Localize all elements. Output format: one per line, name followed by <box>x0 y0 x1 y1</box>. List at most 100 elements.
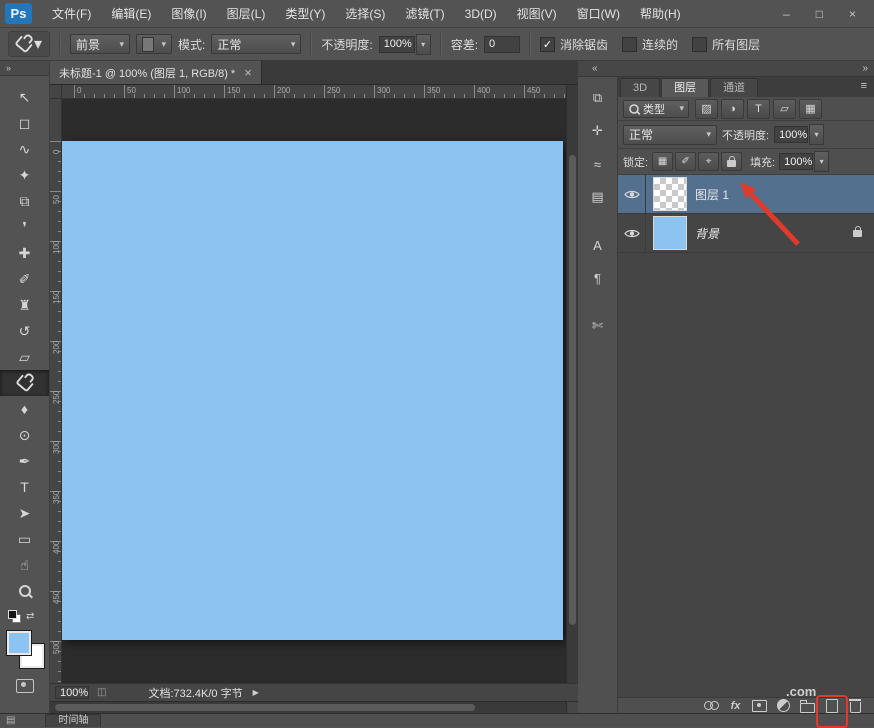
menu-item-2[interactable]: 图像(I) <box>161 0 216 28</box>
menu-item-7[interactable]: 3D(D) <box>455 0 507 28</box>
paths-panel-icon[interactable]: ≈ <box>584 152 612 176</box>
new-group-button[interactable] <box>800 698 815 713</box>
filter-pixel-layers-icon[interactable]: ▨ <box>695 99 718 119</box>
horizontal-ruler[interactable]: 050100150200250300350400450 <box>62 85 578 99</box>
contiguous-checkbox[interactable]: 连续的 <box>622 36 678 53</box>
fill-source-select[interactable]: 前景 ▾ <box>70 34 130 54</box>
eraser-tool[interactable]: ▱ <box>0 344 49 370</box>
canvas[interactable] <box>62 141 563 640</box>
filter-shape-layers-icon[interactable]: ▱ <box>773 99 796 119</box>
status-popup-arrow[interactable]: ▶ <box>253 688 259 697</box>
add-layer-mask-button[interactable] <box>752 698 767 713</box>
tool-preset-picker[interactable]: ▾ <box>8 31 50 57</box>
menu-item-0[interactable]: 文件(F) <box>42 0 101 28</box>
maximize-button[interactable]: □ <box>816 7 823 21</box>
fill-input[interactable]: 100% ▾ <box>779 151 829 172</box>
menu-item-4[interactable]: 类型(Y) <box>275 0 335 28</box>
dodge-tool[interactable]: ⊙ <box>0 422 49 448</box>
layer-style-button[interactable]: fx <box>728 698 743 713</box>
close-tab-icon[interactable]: × <box>244 65 252 80</box>
history-brush-tool[interactable]: ↺ <box>0 318 49 344</box>
properties-panel-icon[interactable]: ⧉ <box>584 86 612 110</box>
character-panel-icon[interactable]: A <box>584 233 612 257</box>
panel-opacity-value[interactable]: 100% <box>774 126 808 143</box>
histogram-panel-icon[interactable]: ▤ <box>584 185 612 209</box>
menu-item-8[interactable]: 视图(V) <box>507 0 567 28</box>
lasso-tool[interactable]: ∿ <box>0 136 49 162</box>
chevron-down-icon[interactable]: ▾ <box>814 151 829 172</box>
menu-item-9[interactable]: 窗口(W) <box>567 0 630 28</box>
zoom-level-input[interactable]: 100% <box>55 686 89 699</box>
chevron-down-icon[interactable]: ▾ <box>416 34 431 55</box>
lock-transparency-icon[interactable]: ▦ <box>652 152 673 171</box>
chevron-down-icon[interactable]: ▾ <box>809 124 824 145</box>
zoom-tool[interactable] <box>0 578 49 604</box>
lock-all-icon[interactable] <box>721 152 742 171</box>
magic-wand-tool[interactable]: ✦ <box>0 162 49 188</box>
collapse-panels-button[interactable]: » <box>862 63 866 74</box>
default-colors-icon[interactable] <box>8 610 21 623</box>
vertical-ruler[interactable]: 050100150200250300350400450500 <box>50 99 62 683</box>
new-layer-button[interactable] <box>824 698 839 713</box>
close-button[interactable]: × <box>849 7 856 21</box>
opacity-input[interactable]: 100% ▾ <box>379 34 431 55</box>
pen-tool[interactable]: ✒ <box>0 448 49 474</box>
panel-tab-3d[interactable]: 3D <box>620 78 660 97</box>
menu-item-3[interactable]: 图层(L) <box>217 0 276 28</box>
filter-smart-objects-icon[interactable]: ▦ <box>799 99 822 119</box>
hand-tool[interactable]: ☝ <box>0 552 49 578</box>
layer-row-1[interactable]: 背景 <box>618 214 874 253</box>
lock-pixels-icon[interactable]: ✐ <box>675 152 696 171</box>
lock-position-icon[interactable]: ⌖ <box>698 152 719 171</box>
layer-visibility-toggle[interactable] <box>618 175 646 213</box>
contiguous-checkbox-box[interactable] <box>622 37 637 52</box>
toolbar-collapse-button[interactable]: » <box>0 61 49 76</box>
new-adjustment-layer-button[interactable] <box>776 698 791 713</box>
paint-bucket-tool[interactable] <box>0 370 49 396</box>
clone-stamp-tool[interactable]: ♜ <box>0 292 49 318</box>
minimize-button[interactable]: – <box>783 7 790 21</box>
quick-mask-button[interactable] <box>16 679 34 693</box>
notes-panel-icon[interactable]: ✄ <box>584 314 612 338</box>
adjustments-panel-icon[interactable]: ✛ <box>584 119 612 143</box>
layer-filter-select[interactable]: 类型 ▾ <box>623 100 689 118</box>
blend-mode-select[interactable]: 正常 ▾ <box>211 34 301 54</box>
document-tab[interactable]: 未标题-1 @ 100% (图层 1, RGB/8) * × <box>50 61 262 84</box>
menu-item-10[interactable]: 帮助(H) <box>630 0 691 28</box>
timeline-tab[interactable]: 时间轴 <box>45 714 101 727</box>
opacity-value[interactable]: 100% <box>379 36 415 53</box>
rectangular-marquee-tool[interactable]: ◻ <box>0 110 49 136</box>
blur-tool[interactable]: ♦ <box>0 396 49 422</box>
crop-tool[interactable]: ⧉ <box>0 188 49 214</box>
all-layers-checkbox[interactable]: 所有图层 <box>692 36 760 53</box>
layer-row-0[interactable]: 图层 1 <box>618 175 874 214</box>
filter-type-layers-icon[interactable]: T <box>747 99 770 119</box>
paragraph-panel-icon[interactable]: ¶ <box>584 266 612 290</box>
panel-menu-icon[interactable]: ≡ <box>861 80 867 92</box>
panel-tab-layers[interactable]: 图层 <box>661 78 709 97</box>
antialias-checkbox[interactable]: ✓消除锯齿 <box>540 36 608 53</box>
pattern-picker[interactable]: ▾ <box>136 34 172 54</box>
canvas-viewport[interactable] <box>62 99 566 683</box>
filter-adjustment-layers-icon[interactable]: ◑ <box>721 99 744 119</box>
menu-item-1[interactable]: 编辑(E) <box>101 0 161 28</box>
menu-item-6[interactable]: 滤镜(T) <box>395 0 454 28</box>
horizontal-scrollbar[interactable] <box>50 701 566 713</box>
all-layers-checkbox-box[interactable] <box>692 37 707 52</box>
horizontal-scrollbar-thumb[interactable] <box>55 704 475 711</box>
menu-item-5[interactable]: 选择(S) <box>335 0 395 28</box>
rectangle-tool[interactable]: ▭ <box>0 526 49 552</box>
vertical-scrollbar[interactable] <box>566 85 578 683</box>
layer-visibility-toggle[interactable] <box>618 214 646 252</box>
link-layers-button[interactable] <box>704 698 719 713</box>
vertical-scrollbar-thumb[interactable] <box>569 155 576 625</box>
collapse-icon-strip-button[interactable]: « <box>592 63 596 74</box>
layer-thumbnail[interactable] <box>653 216 687 250</box>
layer-thumbnail[interactable] <box>653 177 687 211</box>
delete-layer-button[interactable] <box>848 698 863 713</box>
type-tool[interactable]: T <box>0 474 49 500</box>
foreground-color-swatch[interactable] <box>7 631 31 655</box>
panel-opacity-input[interactable]: 100% ▾ <box>774 124 824 145</box>
antialias-checkbox-box[interactable]: ✓ <box>540 37 555 52</box>
healing-brush-tool[interactable]: ✚ <box>0 240 49 266</box>
